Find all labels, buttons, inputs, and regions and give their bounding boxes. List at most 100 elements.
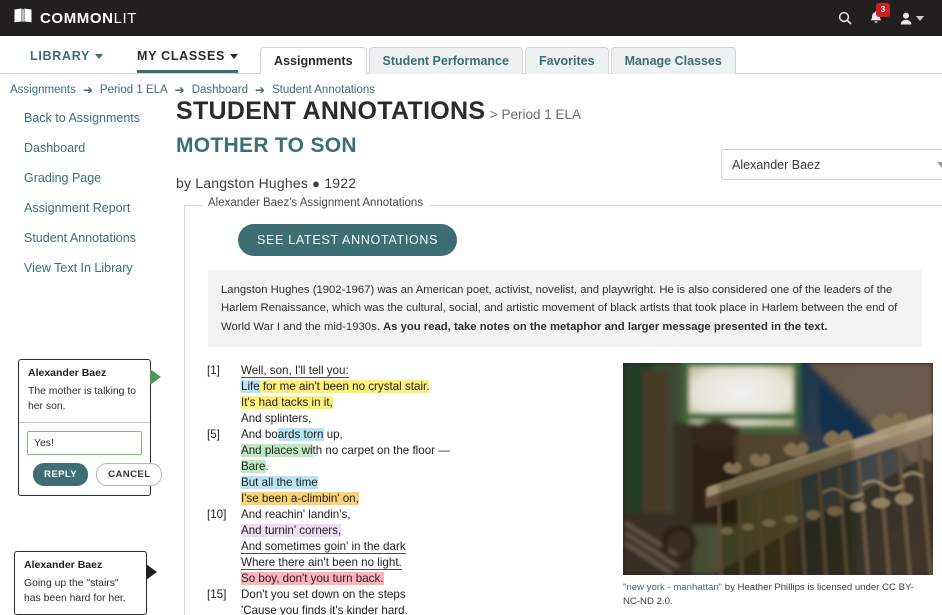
brand-name: COMMONLIT [40, 10, 137, 27]
annotation-reply-actions: REPLY CANCEL [27, 463, 163, 487]
poem-line: Life for me ain't been no crystal stair. [203, 379, 609, 395]
line-number: [1] [207, 363, 220, 377]
line-segment: And sometimes goin' in the dark [241, 539, 406, 554]
poem-line: 'Cause you finds it's kinder hard. [203, 603, 609, 615]
line-segment: And turnin' corners, [241, 523, 342, 537]
page-title: STUDENT ANNOTATIONS [176, 97, 486, 125]
line-segment: ards torn [277, 427, 324, 441]
see-latest-annotations-button[interactable]: SEE LATEST ANNOTATIONS [238, 224, 458, 256]
reply-input[interactable] [27, 431, 142, 456]
main-content: STUDENT ANNOTATIONS > Period 1 ELA MOTHE… [176, 97, 942, 615]
tab-manage-classes[interactable]: Manage Classes [610, 47, 736, 74]
cancel-button[interactable]: CANCEL [96, 463, 163, 487]
annotation-reply-zone: REPLY CANCEL [19, 423, 163, 495]
search-icon[interactable] [838, 11, 852, 25]
figure-caption-link[interactable]: "new york - manhattan" [623, 582, 722, 593]
breadcrumb-item-student-annotations[interactable]: Student Annotations [272, 84, 375, 96]
page-title-row: STUDENT ANNOTATIONS > Period 1 ELA [176, 97, 942, 126]
sidebar-item-assignment-report[interactable]: Assignment Report [0, 201, 176, 231]
line-segment: Bare [241, 459, 266, 473]
sidebar-item-back-to-assignments[interactable]: Back to Assignments [0, 111, 176, 141]
page-title-class: > Period 1 ELA [489, 107, 582, 122]
annotation-author: Alexander Baez [24, 559, 103, 571]
poem-line: But all the time [203, 475, 609, 491]
brand-name-bold: COMMON [40, 9, 114, 27]
nav-item-my-classes-label: MY CLASSES [137, 49, 226, 63]
tab-assignments[interactable]: Assignments [260, 47, 367, 74]
poem-line: Bare. [203, 459, 609, 475]
line-content[interactable]: Where there ain't been no light. [241, 555, 402, 571]
annotation-text: Going up the "stairs" has been hard for … [24, 578, 126, 605]
primary-nav: LIBRARY MY CLASSES Assignments Student P… [0, 36, 942, 74]
tab-favorites[interactable]: Favorites [524, 47, 609, 74]
sidebar-item-view-text-in-library[interactable]: View Text In Library [0, 261, 176, 291]
annotations-panel: Alexander Baez's Assignment Annotations … [184, 197, 942, 615]
poem-line: And splinters, [203, 411, 609, 427]
line-content[interactable]: Life for me ain't been no crystal stair. [241, 379, 430, 395]
line-number: [15] [207, 587, 227, 601]
tab-bar: Assignments Student Performance Favorite… [260, 36, 736, 74]
poem-line: And places with no carpet on the floor — [203, 443, 609, 459]
line-segment: Life [241, 379, 260, 393]
line-content[interactable]: And turnin' corners, [241, 523, 342, 539]
annotations-panel-legend: Alexander Baez's Assignment Annotations [202, 197, 430, 209]
line-content[interactable]: So boy, don't you turn back. [241, 571, 384, 587]
line-content[interactable]: But all the time [241, 475, 318, 491]
breadcrumb-item-period-1-ela[interactable]: Period 1 ELA [100, 84, 168, 96]
line-content[interactable]: It's had tacks in it, [241, 395, 333, 411]
top-bar-actions: 3 [838, 2, 928, 26]
nav-item-library[interactable]: LIBRARY [30, 49, 103, 73]
chevron-down-icon [937, 161, 942, 168]
reply-button[interactable]: REPLY [33, 463, 89, 487]
line-segment: th no carpet on the floor — [312, 443, 450, 457]
breadcrumb-item-dashboard[interactable]: Dashboard [192, 84, 248, 96]
poem-line: [1] Well, son, I'll tell you: [203, 363, 609, 379]
line-content[interactable]: Don't you set down on the steps [241, 587, 406, 603]
tab-student-performance[interactable]: Student Performance [368, 47, 523, 74]
brand-name-light: LIT [113, 9, 138, 27]
author-bio-prompt: As you read, take notes on the metaphor … [383, 320, 828, 333]
student-select[interactable]: Alexander Baez [721, 149, 942, 180]
line-content[interactable]: And sometimes goin' in the dark [241, 539, 406, 555]
line-content[interactable]: 'Cause you finds it's kinder hard. [241, 603, 408, 615]
poem-line: And turnin' corners, [203, 523, 609, 539]
line-content[interactable]: And reachin' landin's, [241, 507, 350, 523]
brand-logo[interactable]: COMMONLIT [14, 8, 137, 28]
annotation-pointer-icon [146, 564, 157, 580]
line-content[interactable]: And places with no carpet on the floor — [241, 443, 450, 459]
nav-links: LIBRARY MY CLASSES [0, 36, 239, 73]
sidebar: Back to Assignments Dashboard Grading Pa… [0, 97, 176, 615]
line-content[interactable]: Bare. [241, 459, 269, 475]
sidebar-item-student-annotations[interactable]: Student Annotations [0, 231, 176, 261]
line-content[interactable]: And splinters, [241, 411, 311, 427]
line-segment: So boy, don't you turn back. [241, 571, 384, 585]
page-body: Back to Assignments Dashboard Grading Pa… [0, 97, 942, 615]
line-content[interactable]: And boards torn up, [241, 427, 343, 443]
line-segment: But all the time [241, 475, 318, 489]
line-segment: Well, son, I'll tell you: [241, 363, 349, 378]
line-segment: And bo [241, 427, 278, 441]
breadcrumb-item-assignments[interactable]: Assignments [10, 84, 76, 96]
breadcrumb-arrow-icon: ➔ [255, 83, 266, 97]
sidebar-item-dashboard[interactable]: Dashboard [0, 141, 176, 171]
poem-line: So boy, don't you turn back. [203, 571, 609, 587]
nav-item-my-classes[interactable]: MY CLASSES [137, 49, 239, 73]
figure: "new york - manhattan" by Heather Philli… [623, 362, 933, 615]
poem-line: I'se been a-climbin' on, [203, 491, 609, 507]
line-content[interactable]: I'se been a-climbin' on, [241, 491, 359, 507]
account-menu[interactable] [900, 12, 924, 25]
nav-item-library-label: LIBRARY [30, 49, 90, 63]
bell-icon[interactable]: 3 [869, 2, 890, 26]
chevron-down-icon [916, 15, 924, 21]
line-number: [5] [207, 427, 220, 441]
line-segment: for me ain't been no crystal stair. [259, 379, 430, 393]
sidebar-item-grading-page[interactable]: Grading Page [0, 171, 176, 201]
line-segment: 'Cause you finds it's kinder hard. [241, 603, 408, 615]
poem-line: [15] Don't you set down on the steps [203, 587, 609, 603]
book-icon [14, 8, 33, 28]
annotation-popup-2: Alexander Baez Going up the "stairs" has… [14, 551, 157, 615]
breadcrumb-arrow-icon: ➔ [174, 83, 185, 97]
line-content[interactable]: Well, son, I'll tell you: [241, 363, 349, 379]
line-segment: Don't you set down on the steps [241, 587, 406, 601]
byline-author: by Langston Hughes [176, 175, 309, 191]
